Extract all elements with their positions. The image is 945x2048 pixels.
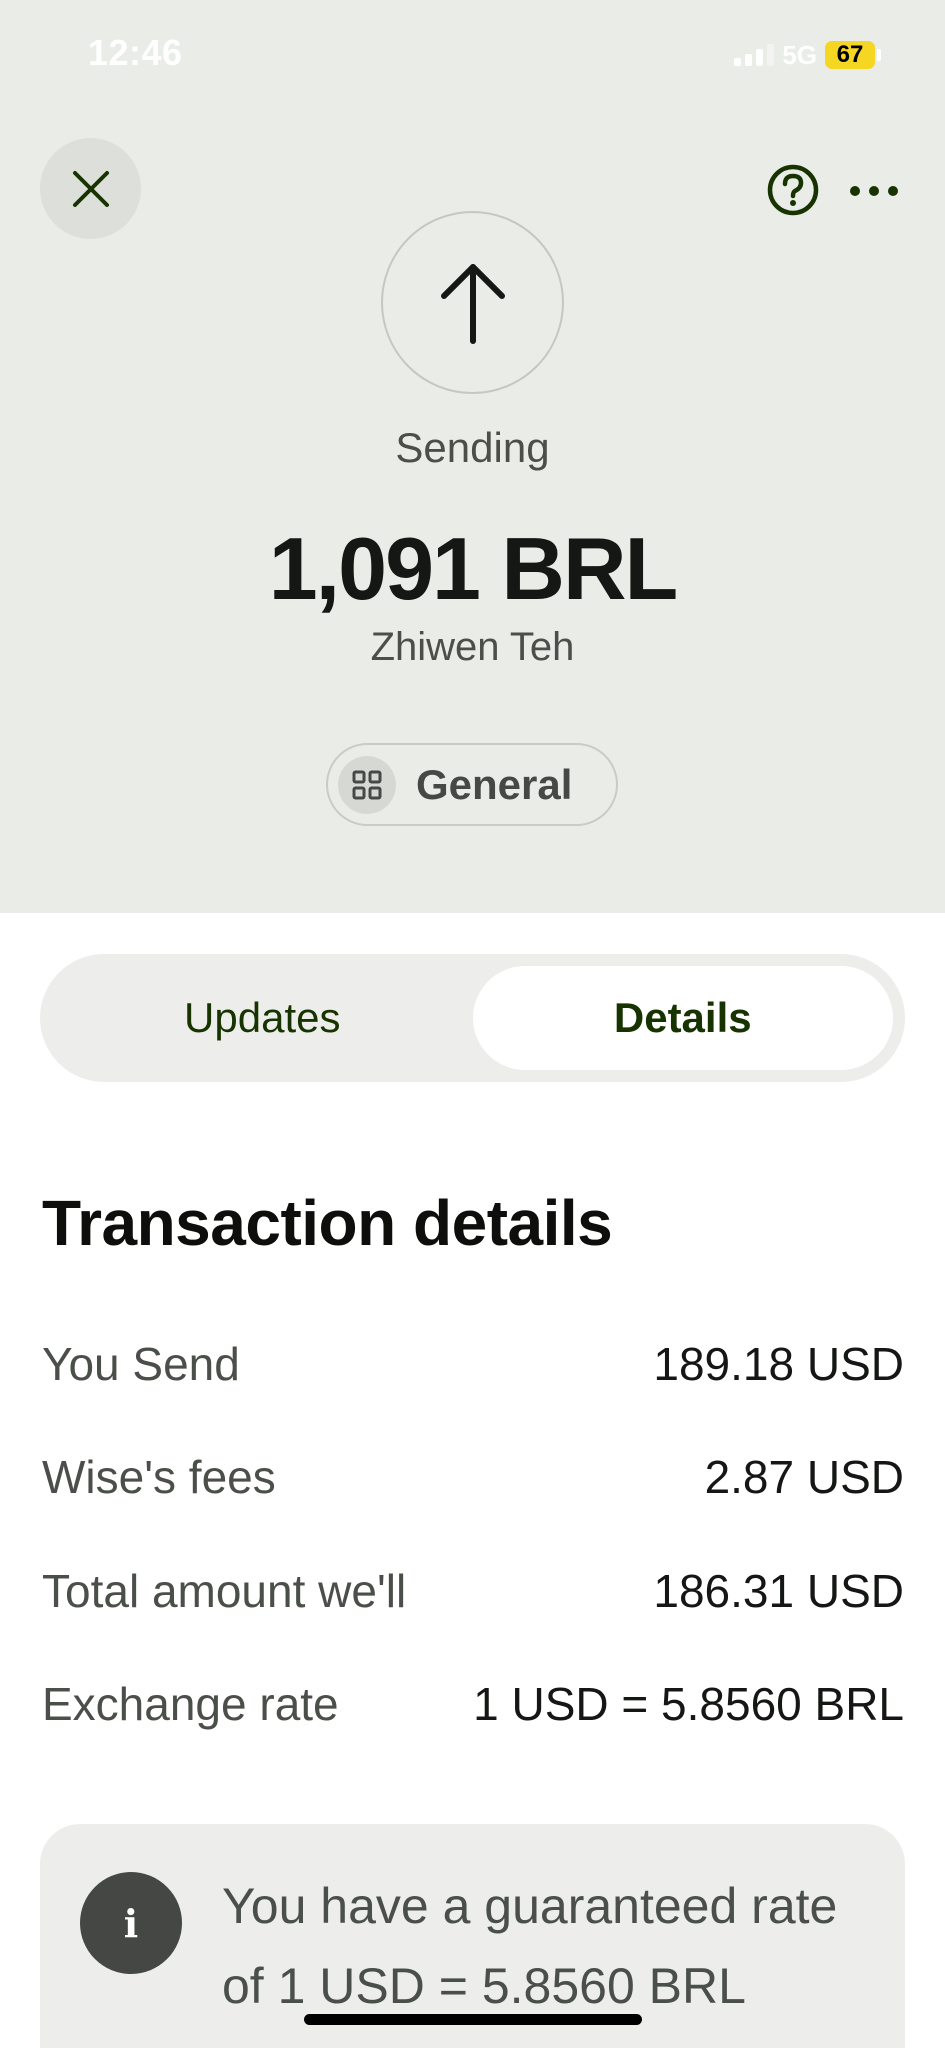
arrow-up-icon xyxy=(440,263,505,344)
recipient-name: Zhiwen Teh xyxy=(370,625,575,669)
help-button[interactable] xyxy=(766,163,820,217)
grid-icon xyxy=(352,770,382,799)
category-label: General xyxy=(416,760,573,808)
status-time: 12:46 xyxy=(88,32,183,73)
tab-details[interactable]: Details xyxy=(472,966,893,1070)
close-button[interactable] xyxy=(40,138,141,239)
section-title: Transaction details xyxy=(42,1187,613,1259)
tab-updates[interactable]: Updates xyxy=(52,966,473,1070)
close-icon xyxy=(72,170,109,207)
status-indicators: 5G 67 xyxy=(734,38,881,72)
detail-row-exchange-rate: Exchange rate 1 USD = 5.8560 BRL xyxy=(42,1674,904,1734)
transfer-amount: 1,091 BRL xyxy=(268,519,679,618)
detail-label: Total amount we'll xyxy=(42,1565,407,1617)
home-indicator xyxy=(304,2014,642,2025)
transfer-status: Sending xyxy=(395,424,550,471)
battery-icon: 67 xyxy=(825,41,881,69)
more-options-button[interactable] xyxy=(846,170,902,212)
detail-label: You Send xyxy=(42,1338,240,1390)
detail-row-total: Total amount we'll 186.31 USD xyxy=(42,1561,904,1621)
detail-row-fees: Wise's fees 2.87 USD xyxy=(42,1447,904,1507)
detail-value: 189.18 USD xyxy=(653,1338,904,1390)
transfer-direction-badge xyxy=(381,211,564,394)
detail-row-you-send: You Send 189.18 USD xyxy=(42,1334,904,1394)
category-chip[interactable]: General xyxy=(326,743,618,826)
detail-value: 2.87 USD xyxy=(704,1451,904,1503)
help-circle-icon xyxy=(767,164,819,216)
detail-label: Wise's fees xyxy=(42,1451,276,1503)
detail-label: Exchange rate xyxy=(42,1678,339,1730)
more-horizontal-icon xyxy=(850,186,898,196)
network-type: 5G xyxy=(782,39,817,70)
detail-value: 186.31 USD xyxy=(653,1565,904,1617)
tab-switcher: Updates Details xyxy=(40,954,905,1082)
battery-level: 67 xyxy=(825,41,875,69)
signal-icon xyxy=(734,44,775,66)
guaranteed-rate-text: You have a guaranteed rate of 1 USD = 5.… xyxy=(222,1878,838,2014)
info-icon: i xyxy=(80,1872,182,1974)
detail-value: 1 USD = 5.8560 BRL xyxy=(473,1678,904,1730)
